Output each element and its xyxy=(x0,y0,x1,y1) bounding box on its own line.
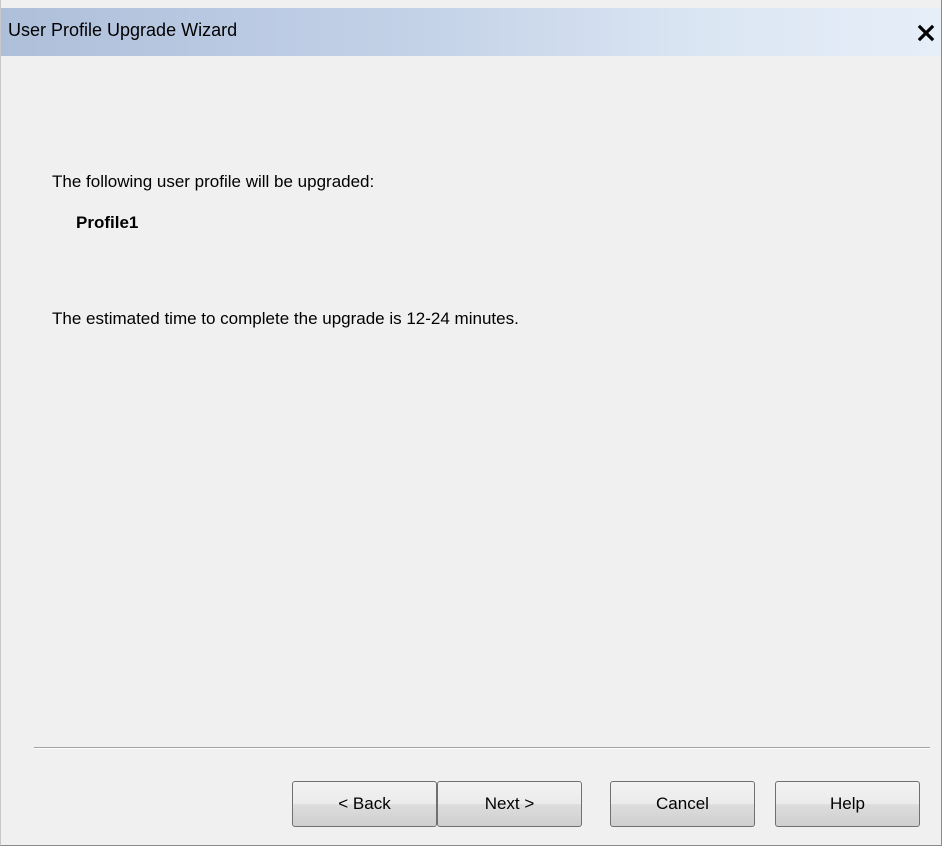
back-button[interactable]: < Back xyxy=(292,781,437,827)
cancel-button[interactable]: Cancel xyxy=(610,781,755,827)
title-bar[interactable]: User Profile Upgrade Wizard xyxy=(1,8,941,56)
estimate-text: The estimated time to complete the upgra… xyxy=(52,309,519,328)
window-title: User Profile Upgrade Wizard xyxy=(8,20,238,40)
close-button[interactable] xyxy=(913,20,939,46)
close-icon xyxy=(917,24,935,42)
wizard-window: User Profile Upgrade Wizard The followin… xyxy=(0,0,942,846)
separator-line xyxy=(34,747,930,749)
profile-name: Profile1 xyxy=(76,213,139,232)
intro-text: The following user profile will be upgra… xyxy=(52,172,375,191)
next-button[interactable]: Next > xyxy=(437,781,582,827)
help-button[interactable]: Help xyxy=(775,781,920,827)
